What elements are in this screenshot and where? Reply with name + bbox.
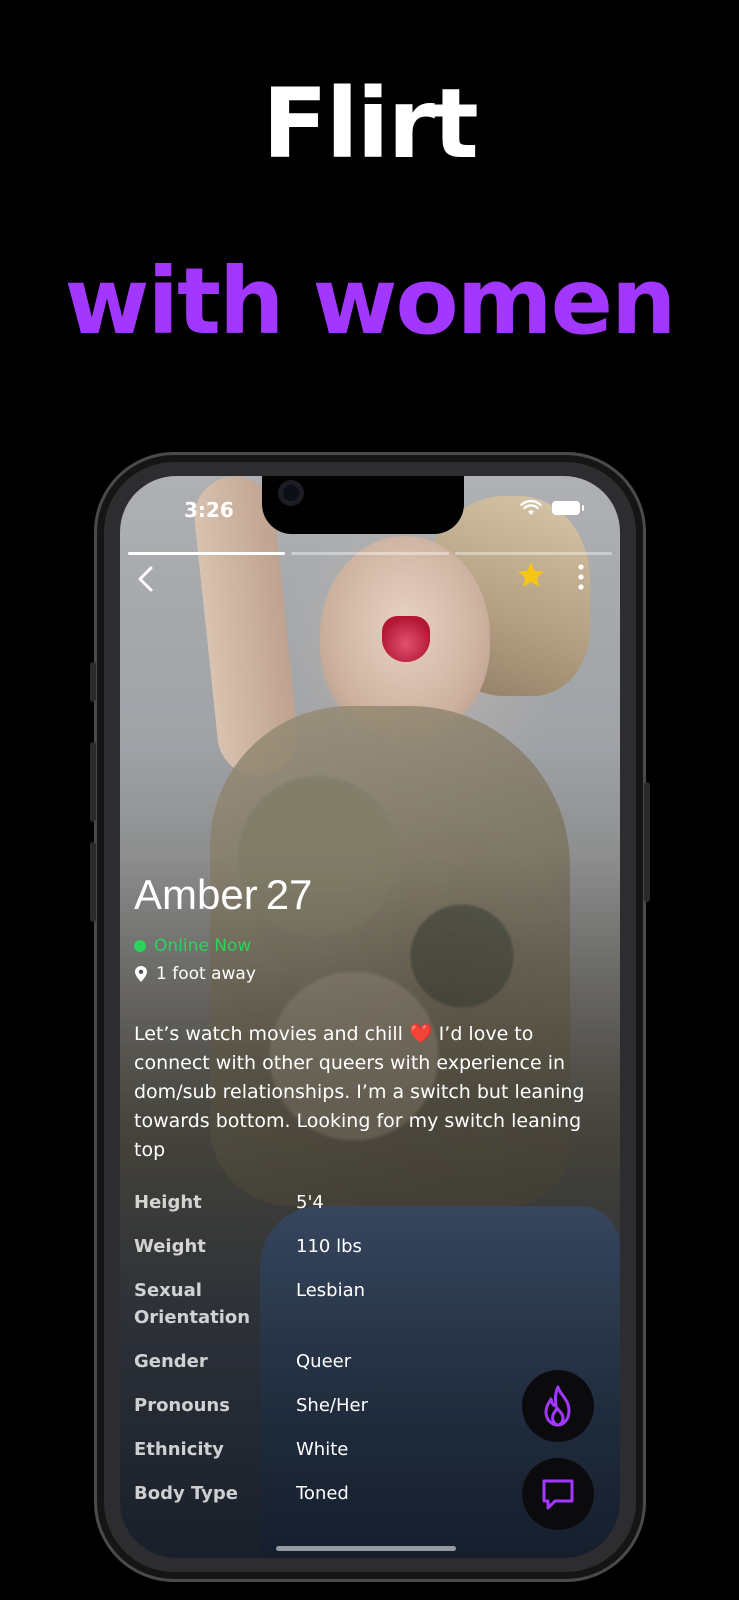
more-vertical-icon[interactable] (574, 562, 588, 592)
flame-icon (544, 1385, 571, 1427)
profile-age: 27 (265, 871, 313, 918)
attribute-value: 110 lbs (296, 1236, 362, 1257)
attribute-label: Sexual Orientation (134, 1280, 251, 1328)
attribute-value: Toned (296, 1483, 349, 1504)
online-status-text: Online Now (154, 936, 252, 956)
home-indicator[interactable] (276, 1546, 456, 1551)
location-pin-icon (135, 966, 147, 982)
phone-volume-down (90, 842, 96, 922)
story-progress (128, 552, 612, 555)
phone-side-button (90, 662, 96, 702)
attribute-label: Weight (134, 1236, 206, 1257)
photo-lips (382, 616, 430, 662)
profile-name-row: Amber 27 (134, 874, 604, 916)
front-camera (278, 480, 304, 506)
promo-headline-with-women: with women (64, 248, 677, 355)
message-button[interactable] (522, 1458, 594, 1530)
distance-text: 1 foot away (156, 964, 256, 984)
online-dot-icon (134, 940, 146, 952)
online-status: Online Now (134, 936, 604, 956)
star-icon[interactable] (516, 560, 546, 590)
attribute-value: Queer (296, 1351, 352, 1372)
story-segment-1 (128, 552, 286, 555)
phone-frame: 3:26 Amber 27 Online Now 1 foot away Let… (90, 452, 650, 1582)
attribute-row-gender: Gender Queer (134, 1348, 604, 1375)
attribute-label: Height (134, 1192, 202, 1213)
phone-power-button (644, 782, 650, 902)
attribute-label: Gender (134, 1351, 208, 1372)
attribute-row-height: Height 5'4 (134, 1189, 604, 1216)
like-button[interactable] (522, 1370, 594, 1442)
chevron-left-icon[interactable] (134, 564, 158, 594)
wifi-icon (520, 500, 542, 515)
attribute-value: White (296, 1439, 349, 1460)
attribute-value: Lesbian (296, 1280, 366, 1301)
attribute-row-weight: Weight 110 lbs (134, 1233, 604, 1260)
attribute-row-sexual-orientation: Sexual Orientation Lesbian (134, 1277, 604, 1331)
status-time: 3:26 (184, 498, 234, 522)
distance: 1 foot away (134, 964, 604, 984)
story-segment-3 (454, 552, 612, 555)
attribute-value: She/Her (296, 1395, 368, 1416)
profile-name: Amber (134, 871, 258, 918)
profile-screen: 3:26 Amber 27 Online Now 1 foot away Let… (120, 476, 620, 1558)
promo-headline-flirt: Flirt (262, 68, 479, 180)
attribute-value: 5'4 (296, 1192, 324, 1213)
bio-text-start: Let’s watch movies and chill (134, 1023, 409, 1045)
profile-attributes: Height 5'4 Weight 110 lbs Sexual Orienta… (134, 1189, 604, 1507)
attribute-label: Body Type (134, 1483, 238, 1504)
battery-icon (552, 501, 584, 515)
chat-bubble-icon (542, 1479, 574, 1510)
heart-emoji: ❤️ (408, 1023, 433, 1045)
attribute-label: Pronouns (134, 1395, 230, 1416)
attribute-label: Ethnicity (134, 1439, 224, 1460)
profile-bio: Let’s watch movies and chill ❤️ I’d love… (134, 1020, 604, 1165)
attribute-row-ethnicity: Ethnicity White (134, 1436, 604, 1463)
phone-volume-up (90, 742, 96, 822)
story-segment-2 (291, 552, 449, 555)
status-icons (520, 500, 584, 516)
